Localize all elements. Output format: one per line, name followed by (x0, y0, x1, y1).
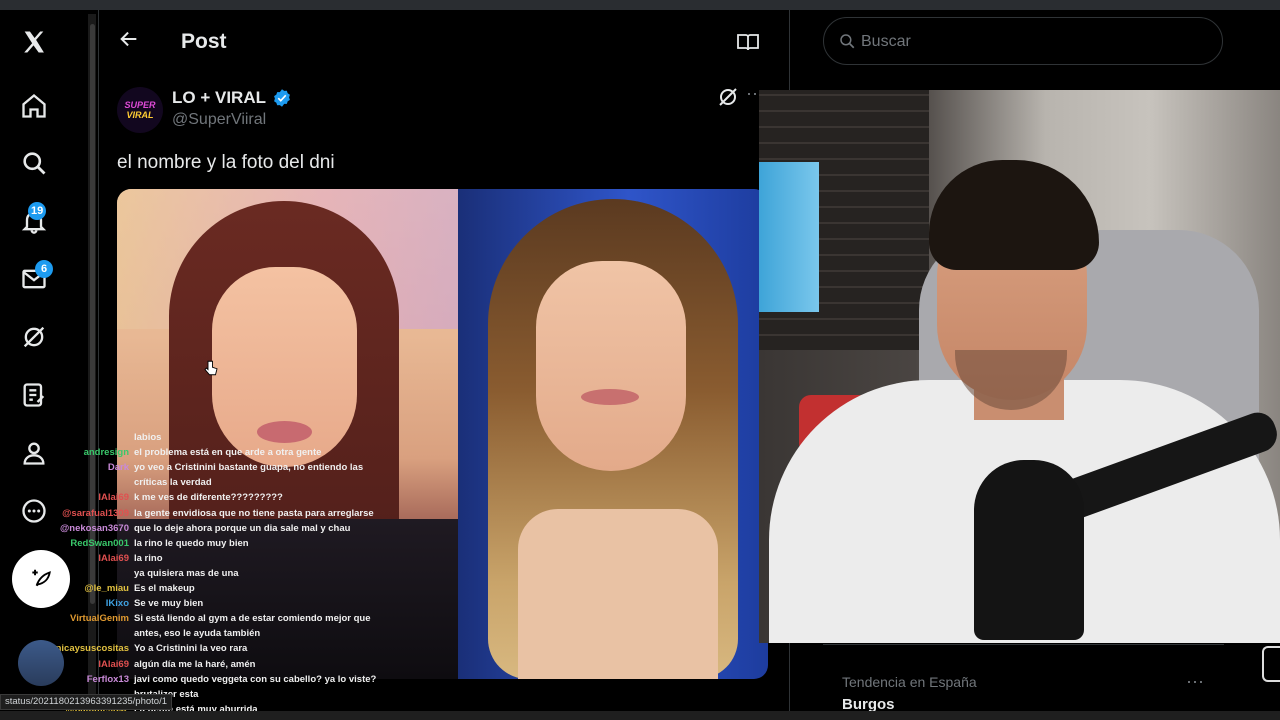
chat-line: lAlai69 la rino (0, 551, 163, 566)
grok-icon[interactable] (14, 317, 54, 357)
chat-line: @nekosan3670 que lo deje ahora porque un … (0, 521, 350, 536)
chat-message: Se ve muy bien (134, 598, 204, 610)
author-name[interactable]: LO + VIRAL (172, 88, 292, 108)
avatar-text-top: SUPER (124, 100, 156, 110)
page-title: Post (181, 30, 227, 53)
chat-message: javi como quedo veggeta con su cabello? … (134, 673, 377, 685)
chat-username: @sarafual1309 (62, 507, 129, 519)
chat-line: ya quisiera mas de una (0, 566, 239, 581)
chat-message: que lo deje ahora porque un dia sale mal… (134, 522, 351, 534)
chat-username: Dark (107, 462, 129, 474)
avatar-text-bottom: VIRAL (126, 110, 154, 120)
chat-message: críticas la verdad (134, 477, 212, 489)
chat-line: labios (0, 430, 161, 445)
edge-widget (1262, 646, 1280, 682)
taskbar (0, 711, 1280, 720)
trend-more-icon[interactable]: ⋯ (1186, 672, 1204, 693)
chat-line: andresign el problema está en que arde a … (0, 445, 322, 460)
lists-icon[interactable] (14, 375, 54, 415)
chat-line: @sarafual1309 la gente envidiosa que no t… (0, 506, 374, 521)
chat-message: labios (134, 432, 162, 443)
chat-message: ya quisiera mas de una (134, 567, 239, 579)
streamer-webcam-overlay (759, 90, 1280, 643)
chat-message: Yo a Cristinini la veo rara (134, 643, 248, 655)
chat-username: @le_miau (84, 583, 129, 594)
messages-badge: 6 (35, 260, 53, 278)
chat-line: lAlai69 k me ves de diferente????????? (0, 490, 283, 505)
chat-username: RedSwan001 (70, 537, 129, 549)
trend-label: Tendencia en España (842, 674, 977, 690)
chat-message: la rino le quedo muy bien (134, 537, 249, 549)
chat-message: antes, eso le ayuda también (134, 628, 261, 640)
chat-line: IKixo Se ve muy bien (0, 596, 203, 611)
chat-line: Dark yo veo a Cristinini bastante guapa, … (0, 460, 363, 475)
search-placeholder: Buscar (861, 33, 911, 50)
verified-badge-icon (274, 89, 290, 107)
status-url-bar: status/2021180213963391235/photo/1 (0, 694, 173, 710)
author-avatar[interactable]: SUPER VIRAL (117, 87, 163, 133)
hand-cursor-icon (202, 356, 220, 385)
chat-username: andresign (83, 447, 129, 459)
post-text: el nombre y la foto del dni (117, 152, 335, 173)
chat-username: IKixo (105, 598, 129, 610)
browser-top-strip (0, 0, 1280, 10)
chat-username: lAlai69 (98, 552, 129, 564)
author-name-text: LO + VIRAL (172, 88, 266, 107)
chat-username: VirtualGenim (70, 613, 129, 625)
chat-message: Si está liendo al gym a de estar comiend… (134, 613, 371, 625)
grok-explain-icon[interactable] (716, 85, 740, 114)
home-icon[interactable] (14, 86, 54, 126)
back-arrow-icon[interactable] (118, 28, 140, 55)
chat-message: k me ves de diferente????????? (134, 492, 283, 504)
chat-line: RedSwan001 la rino le quedo muy bien (0, 536, 249, 551)
post-media-image[interactable] (117, 189, 768, 679)
explore-search-icon[interactable] (14, 143, 54, 183)
chat-message: Es el makeup (134, 583, 195, 594)
chat-message: la gente envidiosa que no tiene pasta pa… (134, 507, 374, 519)
chat-line: @le_miau Es el makeup (0, 581, 195, 596)
search-icon (838, 32, 856, 55)
chat-username: Ferflox13 (86, 673, 129, 685)
right-panel-divider (823, 644, 1224, 645)
chat-message: yo veo a Cristinini bastante guapa, no e… (134, 462, 364, 474)
chat-username: @nekosan3670 (60, 522, 129, 534)
account-avatar[interactable] (18, 640, 64, 686)
author-handle[interactable]: @SuperViiral (172, 111, 266, 129)
chat-username: lAlai69 (98, 492, 129, 504)
reader-mode-icon[interactable] (736, 30, 760, 59)
chat-line: críticas la verdad (0, 475, 212, 490)
x-logo-icon[interactable] (14, 22, 54, 62)
chat-line: VirtualGenim Si está liendo al gym a de e… (0, 611, 371, 626)
chat-message: la rino (134, 552, 163, 564)
photo-right (458, 189, 768, 679)
chat-message: algún día me la haré, amén (134, 658, 256, 670)
chat-message: el problema está en que arde a otra gent… (134, 447, 322, 459)
